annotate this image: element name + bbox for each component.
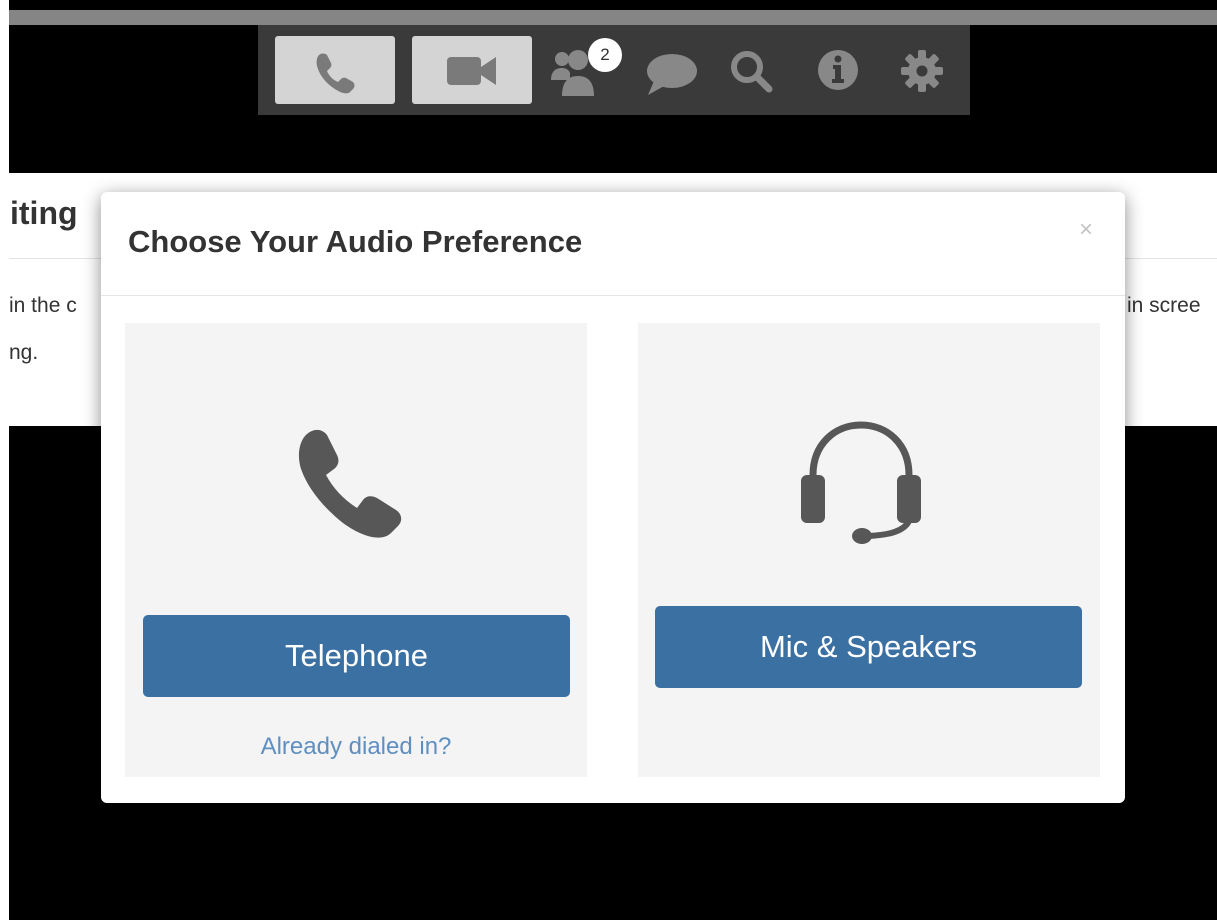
dialog-divider bbox=[101, 295, 1125, 296]
audio-preference-dialog: Choose Your Audio Preference × Telephone… bbox=[101, 192, 1125, 803]
phone-button[interactable] bbox=[275, 36, 395, 104]
info-icon[interactable] bbox=[814, 46, 862, 94]
telephone-button[interactable]: Telephone bbox=[143, 615, 570, 697]
gear-icon[interactable] bbox=[898, 47, 946, 95]
participants-count-badge: 2 bbox=[588, 38, 622, 72]
phone-icon bbox=[298, 429, 402, 538]
video-button[interactable] bbox=[412, 36, 532, 104]
dialog-title: Choose Your Audio Preference bbox=[128, 224, 583, 259]
background-text-line2: ng. bbox=[9, 341, 39, 364]
top-bar bbox=[9, 10, 1217, 25]
window-edge bbox=[0, 0, 9, 920]
background-text-line1-left: in the c bbox=[9, 294, 77, 317]
background-text-line1-right: in scree bbox=[1127, 294, 1201, 317]
mic-speakers-button[interactable]: Mic & Speakers bbox=[655, 606, 1082, 688]
meeting-toolbar: 2 bbox=[258, 25, 970, 115]
headset-icon bbox=[801, 421, 921, 544]
search-icon[interactable] bbox=[726, 46, 776, 96]
close-button[interactable]: × bbox=[1079, 216, 1093, 244]
already-dialed-in-link[interactable]: Already dialed in? bbox=[125, 733, 587, 761]
chat-bubble-icon[interactable] bbox=[642, 47, 702, 99]
background-heading: iting bbox=[10, 195, 78, 231]
video-camera-icon bbox=[447, 57, 496, 85]
mic-speakers-option-card: Mic & Speakers bbox=[638, 323, 1100, 777]
phone-icon bbox=[316, 53, 355, 94]
telephone-option-card: Telephone Already dialed in? bbox=[125, 323, 587, 777]
meeting-window: 2 iting in the c in scree ng. Choose You… bbox=[0, 0, 1217, 920]
